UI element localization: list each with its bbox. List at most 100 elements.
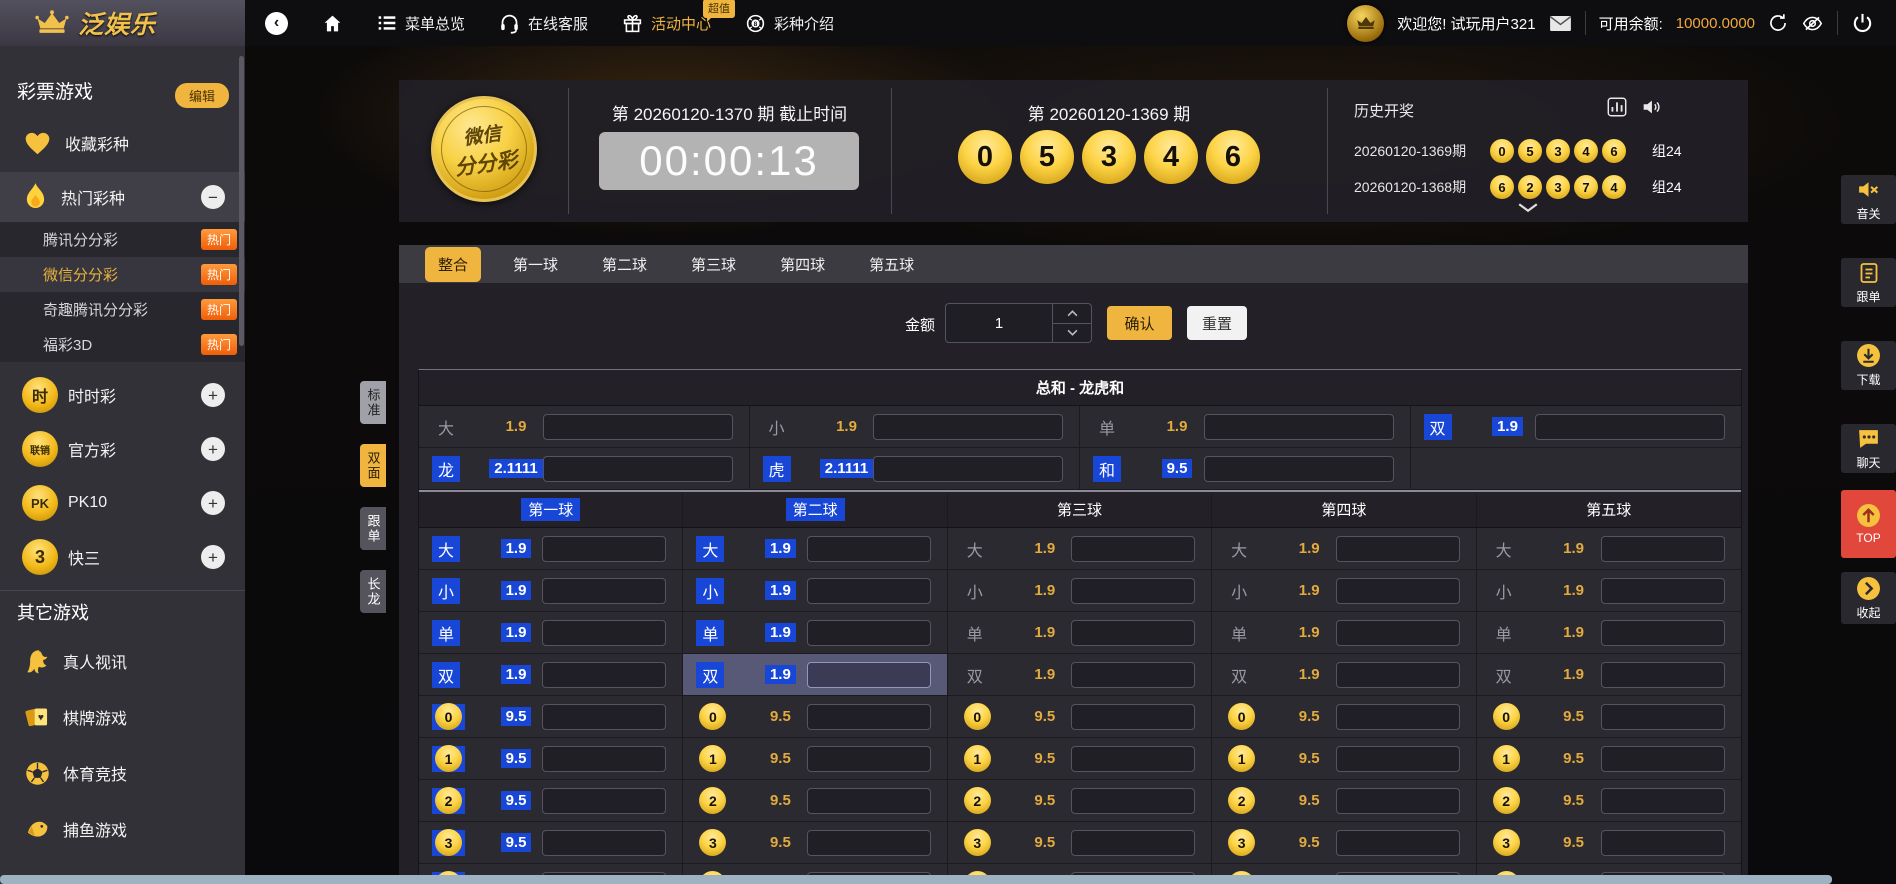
sidebar-item-福彩3D[interactable]: 福彩3D热门	[0, 327, 245, 362]
ball-bet-cell[interactable]: 09.5	[683, 696, 947, 738]
bet-amount-input[interactable]	[807, 746, 931, 772]
user-avatar[interactable]	[1347, 5, 1384, 42]
mail-icon[interactable]	[1549, 15, 1572, 32]
ball-bet-cell[interactable]: 09.5	[419, 696, 683, 738]
ball-bet-cell[interactable]: 09.5	[1477, 696, 1741, 738]
bet-amount-input[interactable]	[807, 536, 931, 562]
bet-amount-input[interactable]	[1601, 788, 1725, 814]
horizontal-scrollbar[interactable]	[0, 875, 1832, 884]
sidebar-item-棋牌游戏[interactable]: ♥棋牌游戏	[0, 689, 245, 745]
bet-amount-input[interactable]	[1336, 830, 1460, 856]
ball-bet-cell[interactable]: 09.5	[948, 696, 1212, 738]
ball-bet-cell[interactable]: 单1.9	[683, 612, 947, 654]
bet-amount-input[interactable]	[1336, 536, 1460, 562]
ball-bet-cell[interactable]: 大1.9	[1477, 528, 1741, 570]
mode-tab-双面[interactable]: 双面	[360, 444, 386, 487]
column-header-第三球[interactable]: 第三球	[948, 492, 1212, 528]
ball-bet-cell[interactable]: 单1.9	[948, 612, 1212, 654]
ball-bet-cell[interactable]: 39.5	[419, 822, 683, 864]
bet-amount-input[interactable]	[873, 456, 1063, 482]
ball-bet-cell[interactable]: 19.5	[1212, 738, 1476, 780]
edit-button[interactable]: 编辑	[175, 83, 229, 108]
ball-bet-cell[interactable]: 小1.9	[1212, 570, 1476, 612]
bet-amount-input[interactable]	[1601, 620, 1725, 646]
bet-amount-input[interactable]	[542, 746, 666, 772]
bet-amount-input[interactable]	[1336, 620, 1460, 646]
expand-plus-button[interactable]: +	[201, 383, 225, 407]
confirm-button[interactable]: 确认	[1107, 306, 1172, 340]
toolbar-button-TOP[interactable]: TOP	[1841, 490, 1896, 558]
ball-bet-cell[interactable]: 双1.9	[1212, 654, 1476, 696]
bet-amount-input[interactable]	[1336, 704, 1460, 730]
ball-bet-cell[interactable]: 29.5	[1212, 780, 1476, 822]
bet-amount-input[interactable]	[873, 414, 1063, 440]
ball-bet-cell[interactable]: 19.5	[419, 738, 683, 780]
ball-bet-cell[interactable]: 小1.9	[1477, 570, 1741, 612]
bet-amount-input[interactable]	[1071, 578, 1195, 604]
bet-amount-input[interactable]	[1601, 704, 1725, 730]
bet-amount-input[interactable]	[542, 662, 666, 688]
sidebar-item-微信分分彩[interactable]: 微信分分彩热门	[0, 257, 245, 292]
collapse-minus-button[interactable]: −	[201, 185, 225, 209]
ball-bet-cell[interactable]: 19.5	[948, 738, 1212, 780]
toolbar-button-音关[interactable]: 音关	[1841, 175, 1896, 224]
ball-bet-cell[interactable]: 双1.9	[683, 654, 947, 696]
sidebar-item-favorites[interactable]: 收藏彩种	[0, 114, 245, 172]
tab-第三球[interactable]: 第三球	[679, 248, 748, 281]
bet-amount-input[interactable]	[1336, 578, 1460, 604]
chevron-down-icon[interactable]	[1517, 202, 1539, 213]
bet-amount-input[interactable]	[1336, 662, 1460, 688]
bet-amount-input[interactable]	[543, 456, 733, 482]
sidebar-item-hot[interactable]: 热门彩种 −	[0, 172, 245, 222]
amount-input[interactable]	[946, 304, 1052, 342]
sum-bet-cell[interactable]: 单1.9	[1080, 406, 1411, 448]
sidebar-item-捕鱼游戏[interactable]: 捕鱼游戏	[0, 801, 245, 857]
sidebar-item-真人视讯[interactable]: 真人视讯	[0, 633, 245, 689]
ball-bet-cell[interactable]: 09.5	[1212, 696, 1476, 738]
ball-bet-cell[interactable]: 19.5	[1477, 738, 1741, 780]
sidebar-category-官方彩[interactable]: 联销官方彩+	[0, 422, 245, 476]
tab-第二球[interactable]: 第二球	[590, 248, 659, 281]
bet-amount-input[interactable]	[1071, 830, 1195, 856]
bet-amount-input[interactable]	[1601, 746, 1725, 772]
column-header-第一球[interactable]: 第一球	[419, 492, 683, 528]
sidebar-category-时时彩[interactable]: 时时时彩+	[0, 368, 245, 422]
sum-bet-cell[interactable]: 大1.9	[419, 406, 750, 448]
power-icon[interactable]	[1851, 12, 1884, 35]
tab-第五球[interactable]: 第五球	[857, 248, 926, 281]
back-button[interactable]: ‹	[265, 12, 288, 35]
toolbar-button-收起[interactable]: 收起	[1841, 572, 1896, 624]
bet-amount-input[interactable]	[807, 704, 931, 730]
ball-bet-cell[interactable]: 小1.9	[683, 570, 947, 612]
sidebar-scrollbar[interactable]	[239, 56, 244, 346]
expand-plus-button[interactable]: +	[201, 491, 225, 515]
sum-bet-cell[interactable]: 双1.9	[1411, 406, 1742, 448]
toolbar-button-下载[interactable]: 下载	[1841, 341, 1896, 390]
bet-amount-input[interactable]	[542, 536, 666, 562]
column-header-第二球[interactable]: 第二球	[683, 492, 947, 528]
expand-plus-button[interactable]: +	[201, 437, 225, 461]
nav-item-activity-center[interactable]: 活动中心超值	[622, 13, 711, 34]
tab-第一球[interactable]: 第一球	[501, 248, 570, 281]
bet-amount-input[interactable]	[1204, 414, 1394, 440]
nav-item-online-service[interactable]: 在线客服	[499, 13, 588, 34]
bet-amount-input[interactable]	[807, 830, 931, 856]
ball-bet-cell[interactable]: 39.5	[1477, 822, 1741, 864]
ball-bet-cell[interactable]: 大1.9	[419, 528, 683, 570]
bet-amount-input[interactable]	[542, 578, 666, 604]
ball-bet-cell[interactable]: 39.5	[948, 822, 1212, 864]
sidebar-item-体育竞技[interactable]: 体育竞技	[0, 745, 245, 801]
bet-amount-input[interactable]	[1071, 704, 1195, 730]
bet-amount-input[interactable]	[1601, 536, 1725, 562]
sidebar-item-腾讯分分彩[interactable]: 腾讯分分彩热门	[0, 222, 245, 257]
toolbar-button-聊天[interactable]: 聊天	[1841, 424, 1896, 473]
ball-bet-cell[interactable]: 双1.9	[419, 654, 683, 696]
ball-bet-cell[interactable]: 小1.9	[419, 570, 683, 612]
mode-tab-长龙[interactable]: 长龙	[360, 570, 386, 613]
home-button[interactable]	[322, 13, 343, 34]
sidebar-category-快三[interactable]: 3快三+	[0, 530, 245, 584]
nav-item-menu-overview[interactable]: 菜单总览	[377, 13, 465, 34]
bet-amount-input[interactable]	[1071, 536, 1195, 562]
bet-amount-input[interactable]	[1204, 456, 1394, 482]
ball-bet-cell[interactable]: 大1.9	[1212, 528, 1476, 570]
